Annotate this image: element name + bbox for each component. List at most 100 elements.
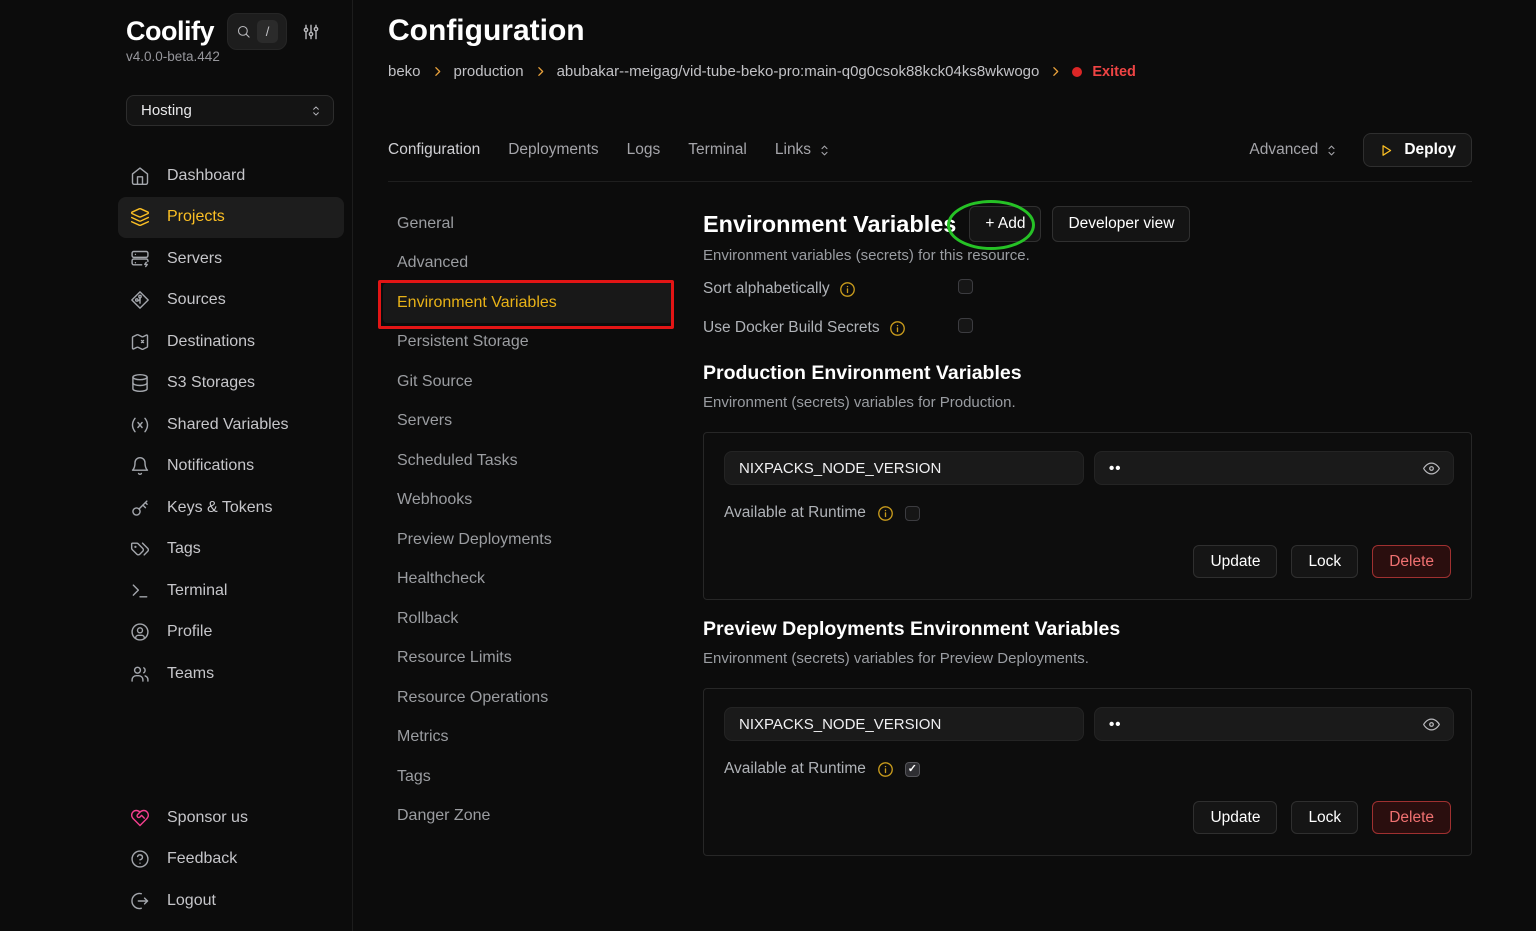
advanced-dropdown[interactable]: Advanced: [1249, 141, 1339, 159]
subnav-item-webhooks[interactable]: Webhooks: [383, 481, 673, 521]
variable-key-input[interactable]: [724, 707, 1084, 741]
subnav-item-tags[interactable]: Tags: [383, 757, 673, 797]
sort-toggle-label: Sort alphabetically: [703, 280, 830, 298]
tab-links[interactable]: Links: [775, 141, 832, 159]
sidebar-item-profile[interactable]: Profile: [118, 612, 344, 654]
delete-button[interactable]: Delete: [1372, 545, 1451, 578]
tab-logs[interactable]: Logs: [627, 141, 661, 159]
layers-icon: [130, 207, 150, 227]
sidebar-item-feedback[interactable]: Feedback: [118, 839, 344, 881]
deploy-button[interactable]: Deploy: [1363, 133, 1472, 167]
status-dot: [1072, 67, 1082, 77]
subnav-item-git-source[interactable]: Git Source: [383, 362, 673, 402]
sidebar-item-label: S3 Storages: [167, 374, 255, 392]
tab-terminal[interactable]: Terminal: [688, 141, 747, 159]
masked-value: ••: [1109, 460, 1122, 477]
add-variable-button[interactable]: + Add: [969, 206, 1041, 242]
subnav-item-danger-zone[interactable]: Danger Zone: [383, 797, 673, 837]
preview-runtime-checkbox[interactable]: [905, 762, 920, 777]
sidebar-item-dashboard[interactable]: Dashboard: [118, 155, 344, 197]
chevron-updown-icon: [1324, 143, 1339, 158]
prod-runtime-checkbox[interactable]: [905, 506, 920, 521]
sidebar-item-label: Sponsor us: [167, 809, 248, 827]
subnav-item-rollback[interactable]: Rollback: [383, 599, 673, 639]
team-selector-value: Hosting: [141, 102, 192, 119]
settings-button[interactable]: [301, 22, 321, 42]
masked-value: ••: [1109, 716, 1122, 733]
subnav-item-environment-variables[interactable]: Environment Variables: [383, 283, 673, 323]
sidebar-item-shared-variables[interactable]: Shared Variables: [118, 404, 344, 446]
sidebar-item-servers[interactable]: Servers: [118, 238, 344, 280]
developer-view-button[interactable]: Developer view: [1052, 206, 1190, 242]
delete-button[interactable]: Delete: [1372, 801, 1451, 834]
git-diamond-icon: [130, 290, 150, 310]
sidebar-item-s3-storages[interactable]: S3 Storages: [118, 363, 344, 405]
home-icon: [130, 166, 150, 186]
sidebar-item-projects[interactable]: Projects: [118, 197, 344, 239]
update-button[interactable]: Update: [1193, 801, 1277, 834]
update-button[interactable]: Update: [1193, 545, 1277, 578]
reveal-value-button[interactable]: [1422, 715, 1441, 734]
breadcrumb-project[interactable]: beko: [388, 63, 421, 80]
sidebar-nav: Dashboard Projects Servers Sources Desti…: [118, 155, 344, 695]
lock-button[interactable]: Lock: [1291, 545, 1358, 578]
eye-icon: [1422, 459, 1441, 478]
docker-secrets-toggle-label: Use Docker Build Secrets: [703, 319, 880, 337]
preview-section-description: Environment (secrets) variables for Prev…: [703, 650, 1089, 667]
production-section-title: Production Environment Variables: [703, 362, 1022, 385]
sidebar-footer: Sponsor us Feedback Logout: [118, 797, 344, 922]
sidebar-item-sponsor[interactable]: Sponsor us: [118, 797, 344, 839]
info-icon: [877, 761, 894, 778]
variable-value-field[interactable]: ••: [1094, 707, 1454, 741]
sidebar-item-sources[interactable]: Sources: [118, 280, 344, 322]
eye-icon: [1422, 715, 1441, 734]
sidebar-item-label: Terminal: [167, 582, 227, 600]
server-icon: [130, 249, 150, 269]
production-variable-card: •• Available at Runtime Update Lock Dele…: [703, 432, 1472, 600]
sidebar-item-label: Logout: [167, 892, 216, 910]
parentheses-x-icon: [130, 415, 150, 435]
info-icon: [889, 320, 906, 337]
sidebar-item-keys-tokens[interactable]: Keys & Tokens: [118, 487, 344, 529]
subnav-item-advanced[interactable]: Advanced: [383, 244, 673, 284]
subnav-item-resource-limits[interactable]: Resource Limits: [383, 639, 673, 679]
docker-secrets-checkbox[interactable]: [958, 318, 973, 333]
bell-icon: [130, 456, 150, 476]
reveal-value-button[interactable]: [1422, 459, 1441, 478]
subnav-item-scheduled-tasks[interactable]: Scheduled Tasks: [383, 441, 673, 481]
page-title: Configuration: [388, 14, 585, 48]
terminal-icon: [130, 581, 150, 601]
variable-key-input[interactable]: [724, 451, 1084, 485]
sidebar-item-notifications[interactable]: Notifications: [118, 446, 344, 488]
sidebar-item-teams[interactable]: Teams: [118, 653, 344, 695]
sidebar-item-label: Profile: [167, 623, 212, 641]
subnav-item-persistent-storage[interactable]: Persistent Storage: [383, 323, 673, 363]
sidebar-item-label: Servers: [167, 250, 222, 268]
sidebar-item-label: Feedback: [167, 850, 237, 868]
subnav-item-metrics[interactable]: Metrics: [383, 718, 673, 758]
subnav-item-servers[interactable]: Servers: [383, 402, 673, 442]
sidebar-item-label: Projects: [167, 208, 225, 226]
variable-value-field[interactable]: ••: [1094, 451, 1454, 485]
tags-icon: [130, 539, 150, 559]
sidebar-item-terminal[interactable]: Terminal: [118, 570, 344, 612]
sidebar-item-tags[interactable]: Tags: [118, 529, 344, 571]
heart-handshake-icon: [130, 808, 150, 828]
breadcrumb-resource[interactable]: abubakar--meigag/vid-tube-beko-pro:main-…: [557, 63, 1040, 80]
section-title: Environment Variables: [703, 211, 956, 238]
chevron-right-icon: [534, 65, 547, 78]
subnav-item-healthcheck[interactable]: Healthcheck: [383, 560, 673, 600]
sidebar-item-logout[interactable]: Logout: [118, 880, 344, 922]
search-button[interactable]: /: [227, 13, 287, 50]
subnav-item-general[interactable]: General: [383, 204, 673, 244]
sidebar-item-destinations[interactable]: Destinations: [118, 321, 344, 363]
sort-checkbox[interactable]: [958, 279, 973, 294]
tab-configuration[interactable]: Configuration: [388, 141, 480, 159]
subnav-item-preview-deployments[interactable]: Preview Deployments: [383, 520, 673, 560]
tab-deployments[interactable]: Deployments: [508, 141, 598, 159]
sidebar-item-label: Teams: [167, 665, 214, 683]
lock-button[interactable]: Lock: [1291, 801, 1358, 834]
breadcrumb-environment[interactable]: production: [454, 63, 524, 80]
team-selector[interactable]: Hosting: [126, 95, 334, 126]
subnav-item-resource-operations[interactable]: Resource Operations: [383, 678, 673, 718]
